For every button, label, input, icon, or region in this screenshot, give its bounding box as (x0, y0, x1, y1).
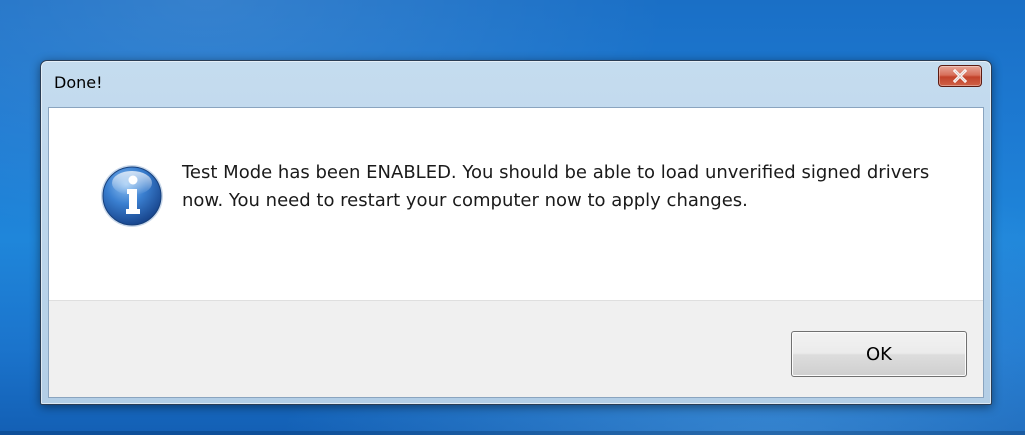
dialog-client-area: Test Mode has been ENABLED. You should b… (48, 107, 984, 398)
desktop-bottom-edge (0, 431, 1025, 435)
ok-button[interactable]: OK (791, 331, 967, 377)
close-button[interactable] (938, 65, 982, 87)
close-icon (953, 69, 967, 83)
ok-button-label: OK (866, 343, 892, 365)
window-title: Done! (54, 73, 103, 92)
title-bar[interactable]: Done! (41, 61, 991, 107)
message-area: Test Mode has been ENABLED. You should b… (49, 108, 983, 301)
dialog-message: Test Mode has been ENABLED. You should b… (182, 162, 930, 211)
info-icon (99, 163, 165, 229)
message-dialog: Done! Test Mode has been ENABLED. You sh… (40, 60, 992, 405)
button-bar: OK (49, 300, 983, 397)
